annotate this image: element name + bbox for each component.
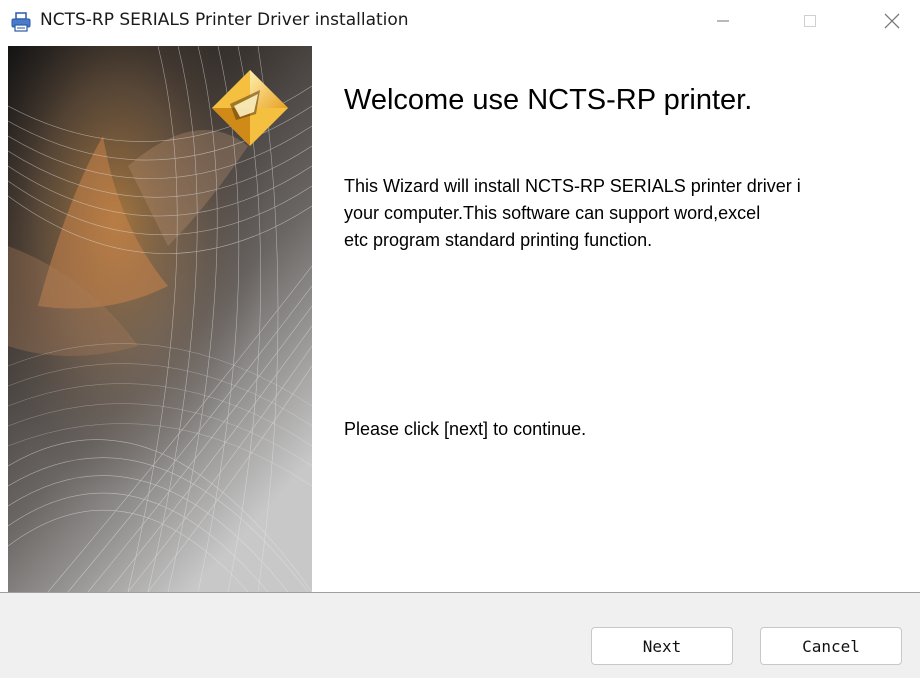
title-bar: NCTS-RP SERIALS Printer Driver installat… [0,0,920,46]
cancel-button[interactable]: Cancel [760,627,902,665]
maximize-icon [802,13,818,34]
next-button[interactable]: Next [591,627,733,665]
minimize-icon [715,13,731,34]
wizard-footer: Next Cancel [0,593,920,678]
description-line: your computer.This software can support … [344,203,761,223]
wizard-content: Welcome use NCTS-RP printer. This Wizard… [312,46,920,592]
printer-icon [10,11,32,33]
welcome-heading: Welcome use NCTS-RP printer. [344,84,753,116]
wizard-description: This Wizard will install NCTS-RP SERIALS… [344,173,920,254]
close-icon [883,12,901,35]
description-line: etc program standard printing function. [344,230,653,250]
wizard-banner-image [8,46,312,592]
close-button[interactable] [862,0,920,46]
continue-instruction: Please click [next] to continue. [344,419,587,439]
minimize-button[interactable] [693,0,753,46]
maximize-button[interactable] [780,0,840,46]
window-title: NCTS-RP SERIALS Printer Driver installat… [40,10,409,30]
description-line: This Wizard will install NCTS-RP SERIALS… [344,176,801,196]
